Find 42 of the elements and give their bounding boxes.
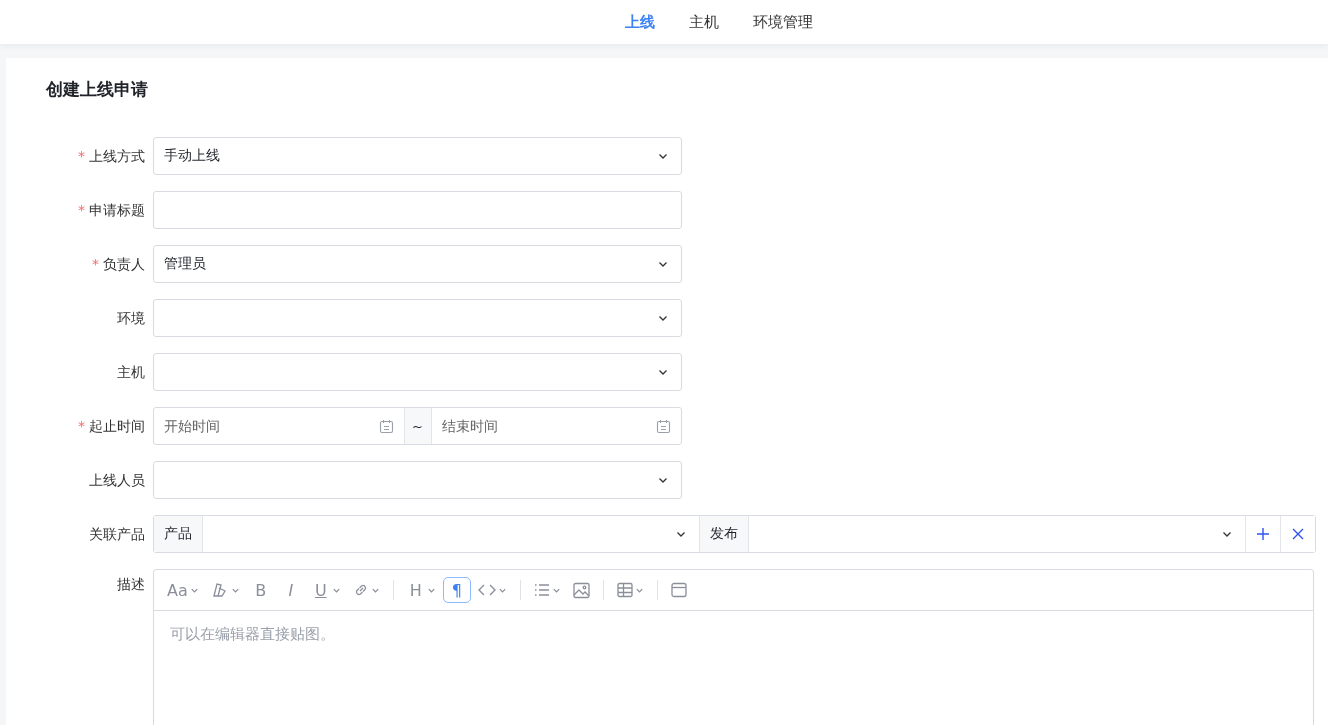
- nav-tab[interactable]: 环境管理: [753, 8, 813, 36]
- paragraph-tool-button[interactable]: ¶: [442, 577, 471, 603]
- list-icon: [533, 583, 550, 597]
- select-field[interactable]: [153, 461, 682, 499]
- nav-tab[interactable]: 主机: [689, 8, 719, 36]
- select-field[interactable]: 管理员: [153, 245, 682, 283]
- font-tool-button[interactable]: Aa: [162, 577, 204, 603]
- required-mark: *: [92, 255, 99, 274]
- field-label: 环境: [117, 309, 145, 328]
- editor-placeholder: 可以在编辑器直接贴图。: [169, 624, 336, 645]
- end-date-field[interactable]: 结束时间: [441, 408, 656, 444]
- code-icon: [477, 583, 496, 597]
- select-field[interactable]: [153, 353, 682, 391]
- field-label: 上线人员: [89, 471, 145, 490]
- nav-tab[interactable]: 上线: [625, 8, 655, 36]
- field-label: 申请标题: [89, 201, 145, 220]
- input-field[interactable]: [153, 191, 682, 229]
- calendar-icon: [656, 418, 671, 434]
- select-field[interactable]: 手动上线: [153, 137, 682, 175]
- italic-tool-button[interactable]: I: [276, 577, 305, 603]
- range-separator: ~: [403, 408, 432, 444]
- required-mark: *: [78, 417, 85, 436]
- field-label: 上线方式: [89, 147, 145, 166]
- layout-icon: [670, 582, 687, 598]
- field-label: 描述: [117, 575, 145, 594]
- heading-tool-button[interactable]: H: [401, 577, 441, 603]
- rich-text-editor[interactable]: Aa B I U H ¶ 可以在编辑器直接贴图。: [153, 569, 1314, 725]
- bold-tool-button[interactable]: B: [246, 577, 275, 603]
- field-label: 负责人: [103, 255, 145, 274]
- start-date-field[interactable]: 开始时间: [164, 408, 379, 444]
- required-mark: *: [78, 147, 85, 166]
- required-mark: *: [78, 201, 85, 220]
- calendar-icon: [378, 418, 394, 434]
- select-field[interactable]: [153, 299, 682, 337]
- table-icon: [616, 582, 633, 598]
- field-label: 关联产品: [89, 525, 145, 544]
- image-icon: [572, 581, 590, 599]
- field-label: 起止时间: [89, 417, 145, 436]
- date-range-field[interactable]: 开始时间 ~ 结束时间: [153, 407, 682, 445]
- field-label: 主机: [117, 363, 145, 382]
- underline-tool-button[interactable]: U: [306, 577, 346, 603]
- page-title: 创建上线申请: [46, 78, 149, 101]
